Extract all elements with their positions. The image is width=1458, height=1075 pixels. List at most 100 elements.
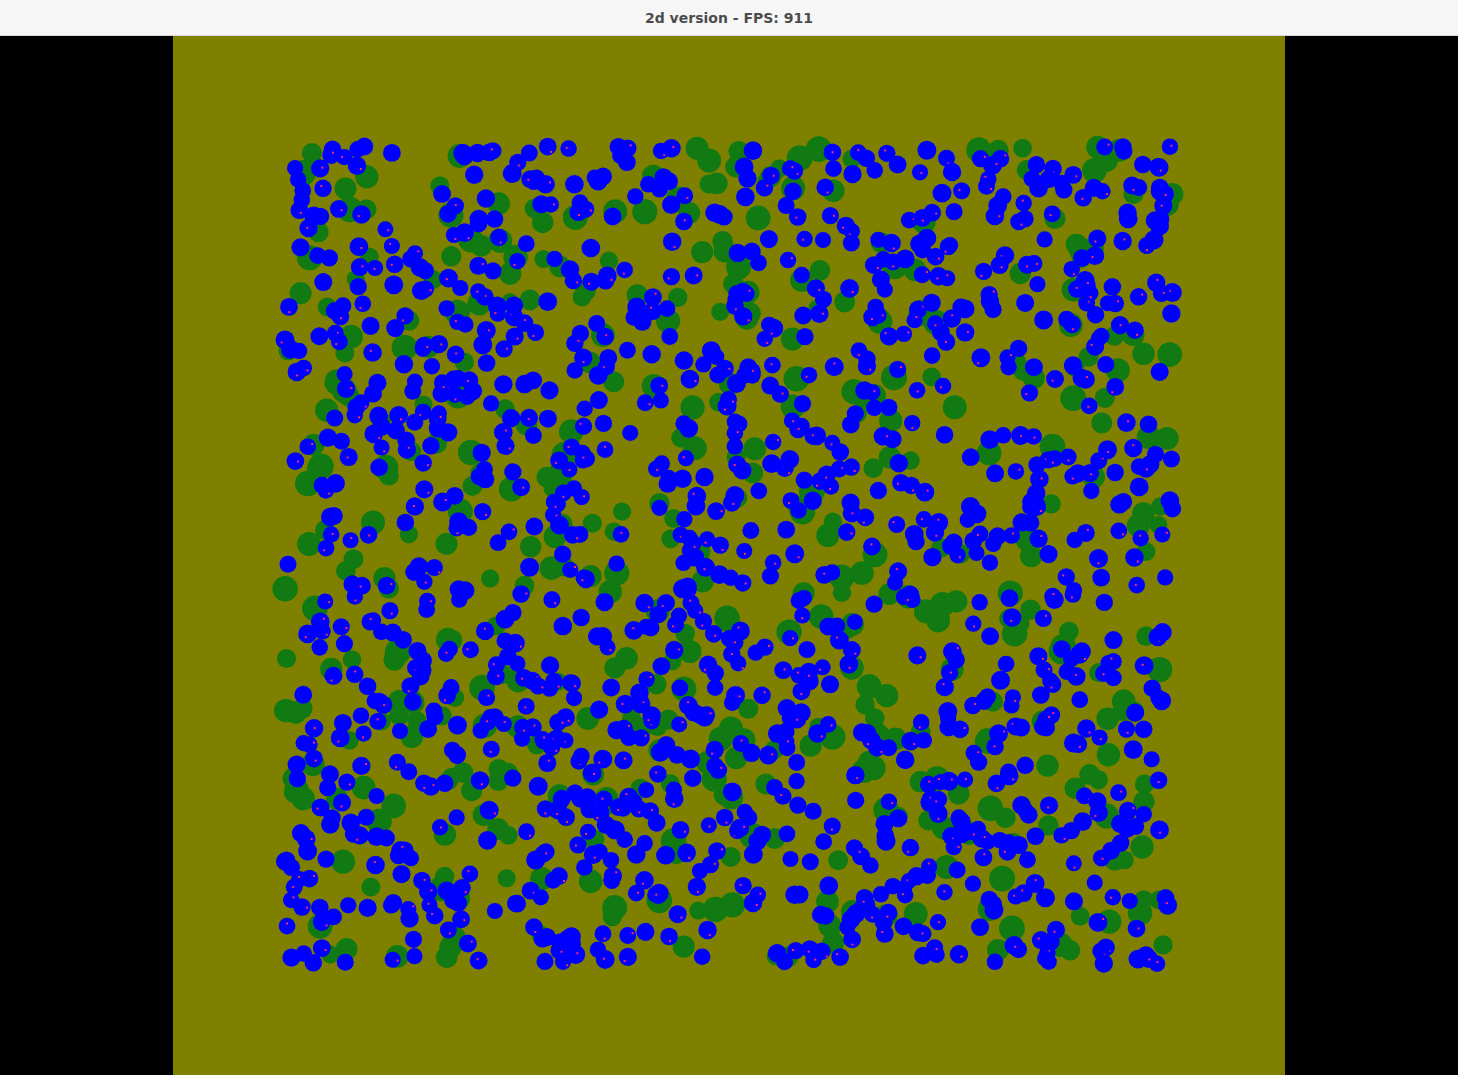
agent[interactable]: [473, 444, 491, 462]
agent[interactable]: [1138, 237, 1155, 254]
agent[interactable]: [890, 454, 908, 472]
plant[interactable]: [532, 212, 553, 233]
plant[interactable]: [470, 235, 492, 257]
plant[interactable]: [331, 850, 355, 874]
plant[interactable]: [335, 178, 357, 200]
plant[interactable]: [1091, 413, 1112, 434]
plant[interactable]: [810, 260, 831, 281]
agent[interactable]: [671, 679, 688, 696]
agent[interactable]: [880, 399, 897, 416]
agent[interactable]: [1128, 577, 1145, 594]
agent[interactable]: [1039, 545, 1057, 563]
agent[interactable]: [785, 885, 804, 904]
agent[interactable]: [723, 782, 742, 801]
plant[interactable]: [441, 246, 461, 266]
agent[interactable]: [432, 819, 448, 835]
agent[interactable]: [525, 427, 542, 444]
agent[interactable]: [673, 470, 692, 489]
agent[interactable]: [314, 273, 332, 291]
plant[interactable]: [297, 532, 321, 556]
agent[interactable]: [794, 395, 811, 412]
agent[interactable]: [761, 377, 779, 395]
agent[interactable]: [701, 817, 717, 833]
agent[interactable]: [744, 141, 763, 160]
agent[interactable]: [777, 521, 795, 539]
plant[interactable]: [746, 206, 771, 231]
agent[interactable]: [766, 779, 783, 796]
plant[interactable]: [978, 796, 1004, 822]
agent[interactable]: [732, 735, 749, 752]
agent[interactable]: [760, 230, 778, 248]
agent[interactable]: [619, 948, 637, 966]
agent[interactable]: [504, 770, 521, 787]
agent[interactable]: [449, 809, 465, 825]
agent[interactable]: [912, 164, 928, 180]
agent[interactable]: [539, 138, 557, 156]
agent[interactable]: [279, 556, 296, 573]
plant[interactable]: [857, 674, 882, 699]
agent[interactable]: [1125, 548, 1144, 567]
agent[interactable]: [1040, 796, 1058, 814]
agent[interactable]: [1074, 189, 1092, 207]
agent[interactable]: [909, 382, 926, 399]
plant[interactable]: [1060, 940, 1081, 961]
agent[interactable]: [847, 614, 863, 630]
agent[interactable]: [392, 723, 408, 739]
agent[interactable]: [783, 851, 799, 867]
agent[interactable]: [1104, 631, 1122, 649]
agent[interactable]: [825, 357, 844, 376]
plant[interactable]: [604, 657, 625, 678]
agent[interactable]: [824, 818, 841, 835]
agent[interactable]: [494, 375, 512, 393]
agent[interactable]: [471, 771, 490, 790]
agent[interactable]: [384, 238, 400, 254]
agent[interactable]: [796, 231, 812, 247]
agent[interactable]: [324, 667, 342, 685]
agent[interactable]: [728, 456, 746, 474]
plant[interactable]: [1089, 770, 1108, 789]
agent[interactable]: [474, 503, 491, 520]
agent[interactable]: [1135, 720, 1153, 738]
agent[interactable]: [881, 794, 897, 810]
agent[interactable]: [661, 328, 678, 345]
plant[interactable]: [361, 878, 380, 897]
plant[interactable]: [1132, 502, 1155, 525]
agent[interactable]: [707, 680, 723, 696]
plant[interactable]: [1013, 139, 1032, 158]
plant[interactable]: [720, 892, 745, 917]
agent[interactable]: [369, 713, 386, 730]
agent[interactable]: [706, 741, 724, 759]
plant[interactable]: [343, 549, 363, 569]
plant[interactable]: [697, 149, 721, 173]
agent[interactable]: [1017, 757, 1034, 774]
agent[interactable]: [370, 458, 388, 476]
agent[interactable]: [483, 741, 500, 758]
agent[interactable]: [594, 925, 611, 942]
plant[interactable]: [381, 794, 406, 819]
agent[interactable]: [1029, 276, 1045, 292]
agent[interactable]: [936, 426, 954, 444]
plant[interactable]: [833, 584, 851, 602]
agent[interactable]: [863, 538, 881, 556]
agent[interactable]: [484, 142, 501, 159]
agent[interactable]: [981, 627, 999, 645]
agent[interactable]: [1157, 569, 1173, 585]
agent[interactable]: [512, 585, 530, 603]
plant[interactable]: [481, 569, 499, 587]
agent[interactable]: [1044, 205, 1061, 222]
plant[interactable]: [277, 649, 296, 668]
agent[interactable]: [476, 622, 494, 640]
plant[interactable]: [272, 576, 298, 602]
agent[interactable]: [509, 253, 525, 269]
agent[interactable]: [318, 482, 334, 498]
agent[interactable]: [459, 935, 477, 953]
agent[interactable]: [1083, 483, 1099, 499]
agent[interactable]: [525, 518, 543, 536]
agent[interactable]: [287, 452, 305, 470]
plant[interactable]: [1153, 935, 1172, 954]
plant[interactable]: [743, 437, 766, 460]
agent[interactable]: [384, 275, 403, 294]
plant[interactable]: [452, 762, 473, 783]
agent[interactable]: [547, 251, 563, 267]
agent[interactable]: [1130, 477, 1149, 496]
